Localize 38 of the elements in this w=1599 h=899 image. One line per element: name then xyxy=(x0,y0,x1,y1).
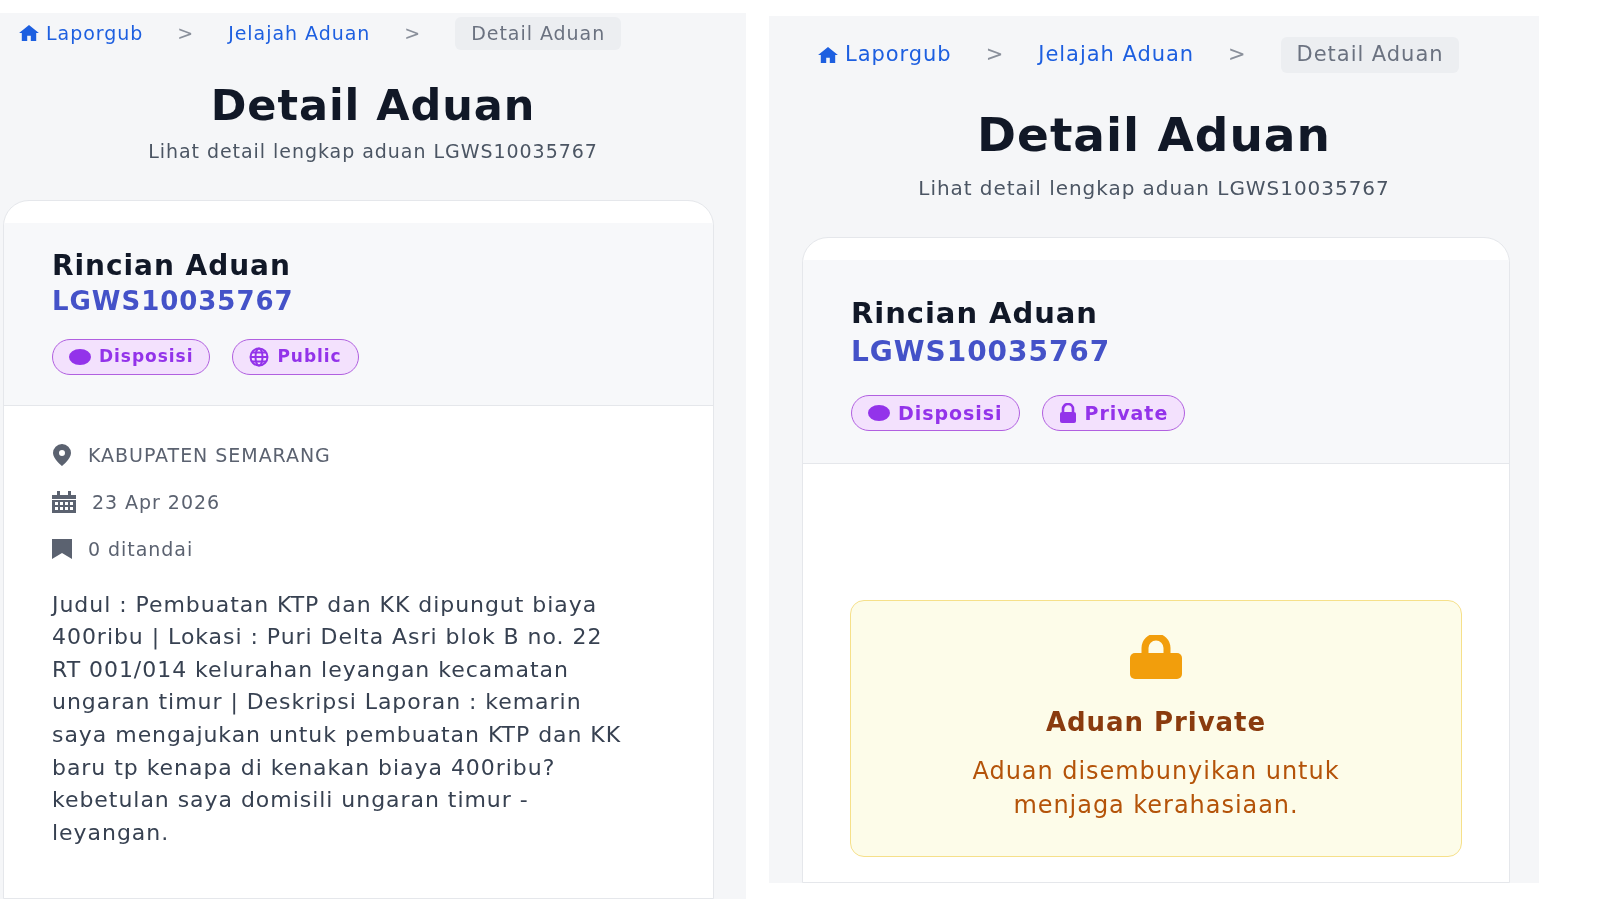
breadcrumb-link[interactable]: Jelajah Aduan xyxy=(1038,39,1195,71)
page-subtitle: Lihat detail lengkap aduan LGWS10035767 xyxy=(918,174,1390,202)
complaint-code: LGWS10035767 xyxy=(52,285,295,319)
detail-text: 0 ditandai xyxy=(88,536,194,562)
status-badge: Disposisi xyxy=(52,339,211,375)
detail-text: 23 Apr 2026 xyxy=(92,489,221,515)
page-title: Detail Aduan xyxy=(210,79,536,132)
home-icon xyxy=(817,45,839,64)
complaint-code: LGWS10035767 xyxy=(851,333,1112,370)
breadcrumb-link[interactable]: Laporgub xyxy=(817,39,952,71)
visibility-badge: Private xyxy=(1041,394,1186,432)
breadcrumb-separator: > xyxy=(404,21,422,46)
breadcrumb-link[interactable]: Laporgub xyxy=(18,19,144,48)
card-heading: Rincian Aduan xyxy=(52,248,292,283)
dot-icon xyxy=(69,348,91,365)
globe-icon xyxy=(249,346,270,367)
page-title: Detail Aduan xyxy=(977,106,1331,163)
dot-icon xyxy=(868,404,890,421)
status-badge: Disposisi xyxy=(851,394,1020,432)
visibility-badge: Public xyxy=(232,339,359,375)
notice-message: Aduan disembunyikan untuk menjaga kerahasiaan. xyxy=(971,756,1341,822)
detail-text: KABUPATEN SEMARANG xyxy=(88,442,331,468)
home-icon xyxy=(18,24,40,43)
lock-icon xyxy=(1058,402,1077,423)
calendar-icon xyxy=(52,491,76,514)
complaint-description: Judul : Pembuatan KTP dan KK dipungut biaya 400ribu | Lokasi : Puri Delta Asri blok B no. 22 RT 001/014 kelurahan leyangan kecamatan ungaran timur | Deskripsi Laporan : kemarin saya mengajukan untuk pembuatan KTP dan KK baru tp kenapa di kenakan biaya 400ribu? kebetulan saya domisili ungaran timur - leyangan. xyxy=(52,590,623,847)
breadcrumb-current: Detail Aduan xyxy=(1280,37,1460,73)
breadcrumb-link[interactable]: Jelajah Aduan xyxy=(228,19,371,48)
card-heading: Rincian Aduan xyxy=(851,295,1099,331)
padlock-icon xyxy=(1130,635,1182,680)
breadcrumb-current: Detail Aduan xyxy=(455,17,622,50)
page-subtitle: Lihat detail lengkap aduan LGWS10035767 xyxy=(148,139,598,165)
location-pin-icon xyxy=(52,444,72,467)
breadcrumb-separator: > xyxy=(985,41,1005,68)
bookmark-icon xyxy=(52,539,72,560)
breadcrumb-separator: > xyxy=(177,21,195,46)
breadcrumb-separator: > xyxy=(1228,41,1247,68)
notice-title: Aduan Private xyxy=(1044,706,1268,740)
